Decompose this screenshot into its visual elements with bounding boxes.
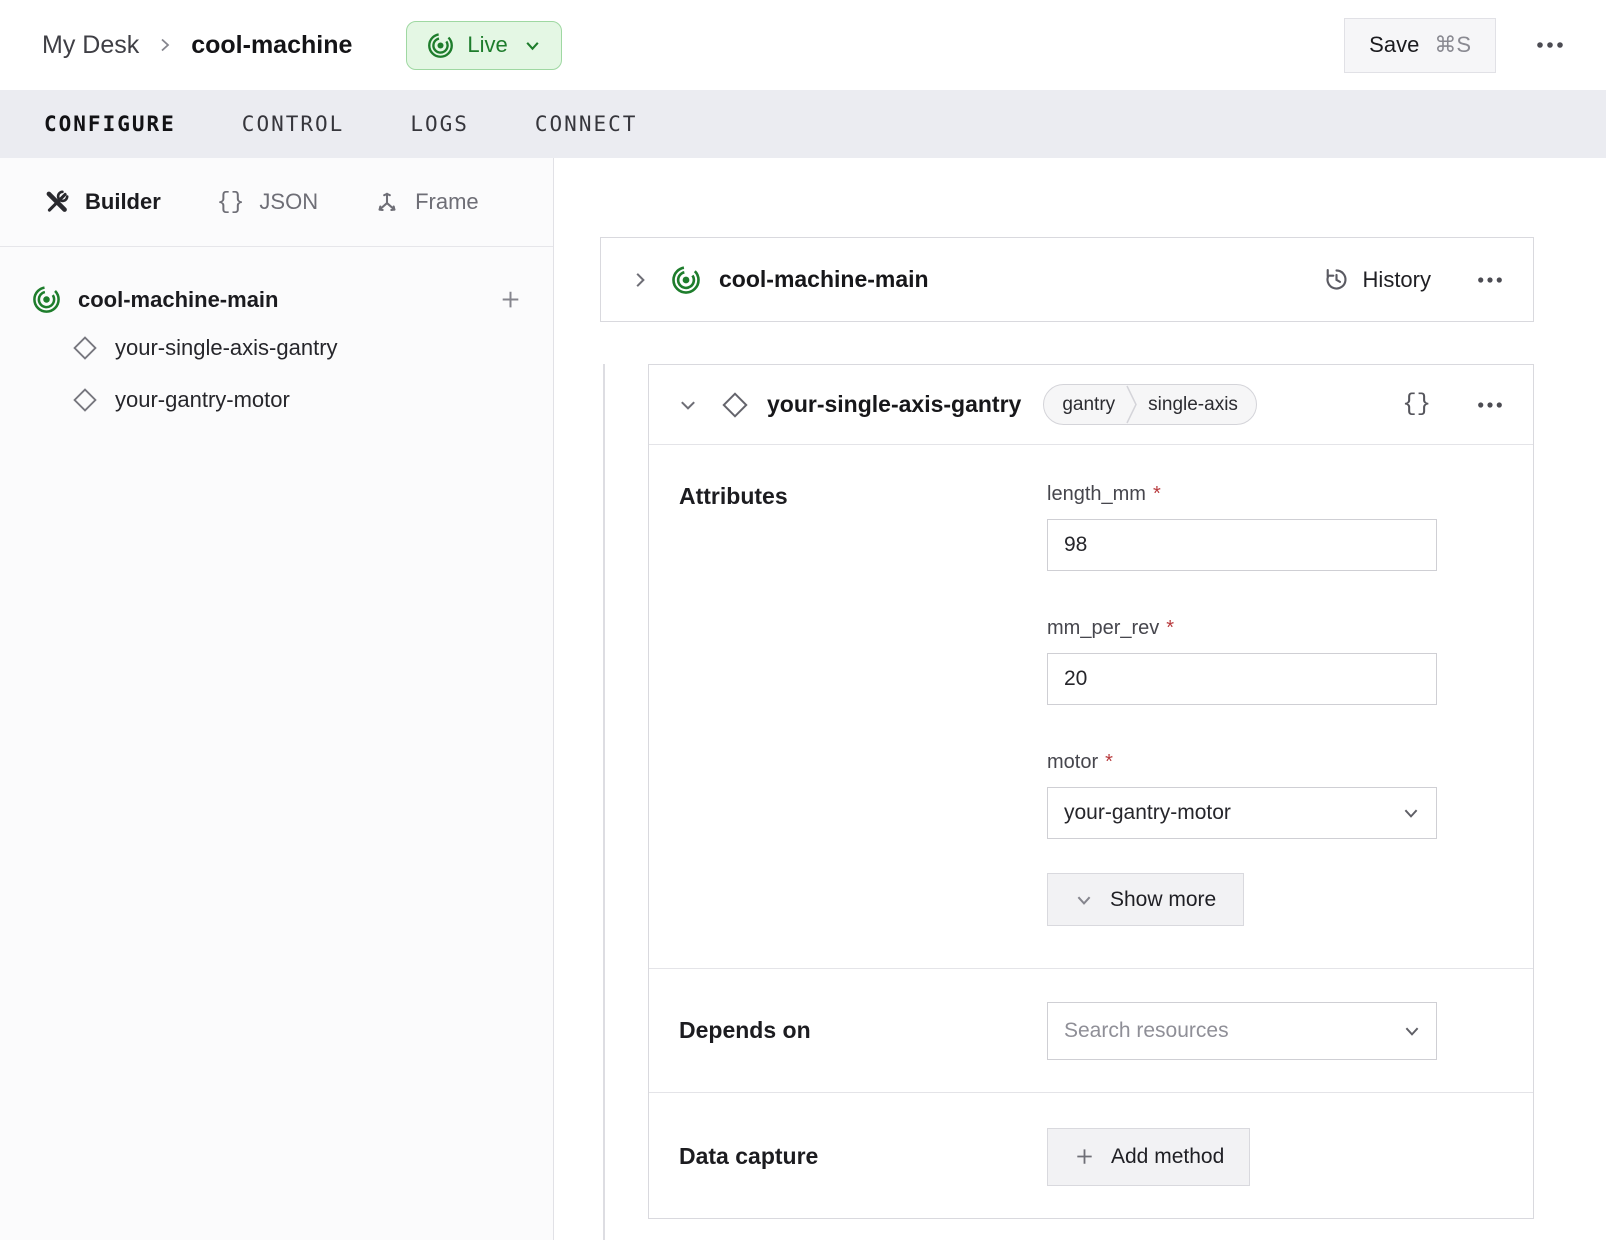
history-button[interactable]: History bbox=[1323, 266, 1431, 293]
field-label: motor bbox=[1047, 751, 1098, 774]
app-header: My Desk cool-machine Live Save ⌘S bbox=[0, 0, 1606, 90]
tools-icon bbox=[44, 189, 70, 215]
depends-on-section: Depends on bbox=[649, 969, 1533, 1093]
machine-signal-icon bbox=[671, 265, 701, 295]
data-capture-section: Data capture Add method bbox=[649, 1093, 1533, 1220]
header-actions: Save ⌘S bbox=[1344, 18, 1564, 73]
history-label: History bbox=[1363, 267, 1431, 293]
resource-type-badge: gantry single-axis bbox=[1043, 384, 1257, 425]
header-more-options-button[interactable] bbox=[1536, 41, 1564, 49]
axes-icon bbox=[374, 189, 400, 215]
content: Builder {} JSON Frame bbox=[0, 158, 1606, 1240]
expand-chevron-right-icon[interactable] bbox=[631, 271, 649, 289]
component-diamond-icon bbox=[721, 391, 749, 419]
attributes-section: Attributes length_mm * mm_per_rev * bbox=[649, 445, 1533, 969]
braces-icon[interactable]: {} bbox=[1402, 391, 1431, 418]
live-status-label: Live bbox=[467, 32, 507, 58]
part-connector-line bbox=[603, 364, 605, 1240]
main-tab-bar: CONFIGURE CONTROL LOGS CONNECT bbox=[0, 90, 1606, 158]
attributes-fields: length_mm * mm_per_rev * bbox=[1047, 483, 1437, 926]
show-more-button[interactable]: Show more bbox=[1047, 873, 1244, 926]
breadcrumb-current: cool-machine bbox=[191, 31, 352, 60]
mm-per-rev-input[interactable] bbox=[1047, 653, 1437, 705]
attributes-heading: Attributes bbox=[679, 483, 1047, 926]
required-asterisk: * bbox=[1166, 617, 1174, 640]
live-status-badge[interactable]: Live bbox=[406, 21, 561, 70]
live-signal-icon bbox=[427, 32, 454, 59]
live-chevron-down-icon bbox=[524, 37, 541, 54]
add-method-label: Add method bbox=[1111, 1145, 1224, 1169]
length-mm-input[interactable] bbox=[1047, 519, 1437, 571]
tab-control[interactable]: CONTROL bbox=[242, 112, 345, 136]
resource-tree: cool-machine-main your-single-axis-gantr… bbox=[0, 247, 553, 426]
machine-signal-icon bbox=[32, 285, 61, 314]
tree-item-gantry[interactable]: your-single-axis-gantry bbox=[30, 322, 525, 374]
view-json[interactable]: {} JSON bbox=[217, 189, 318, 215]
depends-on-heading: Depends on bbox=[679, 1017, 1047, 1044]
history-clock-icon bbox=[1323, 266, 1350, 293]
add-method-button[interactable]: Add method bbox=[1047, 1128, 1250, 1186]
braces-icon: {} bbox=[217, 189, 245, 215]
resource-card-header: your-single-axis-gantry gantry single-ax… bbox=[649, 365, 1533, 445]
badge-type: gantry bbox=[1044, 385, 1125, 424]
data-capture-heading: Data capture bbox=[679, 1143, 1047, 1170]
tree-item-machine-main[interactable]: cool-machine-main bbox=[30, 277, 525, 322]
component-diamond-icon bbox=[72, 335, 98, 361]
config-sidebar: Builder {} JSON Frame bbox=[0, 158, 554, 1240]
save-shortcut: ⌘S bbox=[1434, 32, 1471, 58]
view-json-label: JSON bbox=[259, 189, 318, 215]
resource-header-actions: {} bbox=[1402, 391, 1503, 418]
machine-part-card: cool-machine-main History bbox=[600, 237, 1534, 322]
component-diamond-icon bbox=[72, 387, 98, 413]
view-builder[interactable]: Builder bbox=[44, 189, 161, 215]
add-resource-button[interactable] bbox=[498, 287, 523, 312]
field-label: length_mm bbox=[1047, 483, 1146, 506]
tree-item-motor[interactable]: your-gantry-motor bbox=[30, 374, 525, 426]
required-asterisk: * bbox=[1105, 751, 1113, 774]
badge-model: single-axis bbox=[1138, 385, 1256, 424]
select-chevron-down-icon bbox=[1403, 1022, 1421, 1045]
tree-item-label: your-single-axis-gantry bbox=[115, 335, 338, 361]
select-chevron-down-icon bbox=[1402, 804, 1420, 822]
resource-card-title: your-single-axis-gantry bbox=[767, 391, 1021, 418]
tree-item-label: your-gantry-motor bbox=[115, 387, 290, 413]
tree-item-label: cool-machine-main bbox=[78, 287, 278, 313]
collapse-chevron-down-icon[interactable] bbox=[679, 396, 697, 414]
gantry-resource-card: your-single-axis-gantry gantry single-ax… bbox=[648, 364, 1534, 1219]
field-length-mm: length_mm * bbox=[1047, 483, 1437, 571]
field-label: mm_per_rev bbox=[1047, 617, 1159, 640]
breadcrumb: My Desk cool-machine bbox=[42, 31, 352, 60]
tab-connect[interactable]: CONNECT bbox=[535, 112, 638, 136]
chevron-down-icon bbox=[1075, 891, 1093, 909]
field-mm-per-rev: mm_per_rev * bbox=[1047, 617, 1437, 705]
plus-icon bbox=[1073, 1145, 1096, 1168]
motor-select[interactable]: your-gantry-motor bbox=[1047, 787, 1437, 839]
view-switcher: Builder {} JSON Frame bbox=[0, 158, 553, 247]
tab-configure[interactable]: CONFIGURE bbox=[44, 112, 176, 136]
config-main-panel: cool-machine-main History bbox=[554, 158, 1606, 1240]
view-frame-label: Frame bbox=[415, 189, 479, 215]
save-button-label: Save bbox=[1369, 32, 1419, 58]
breadcrumb-root[interactable]: My Desk bbox=[42, 31, 139, 60]
badge-divider-chevron-icon bbox=[1125, 385, 1138, 424]
tab-logs[interactable]: LOGS bbox=[410, 112, 469, 136]
motor-select-value: your-gantry-motor bbox=[1064, 801, 1231, 825]
search-resources-input[interactable] bbox=[1047, 1002, 1437, 1060]
part-card-title: cool-machine-main bbox=[719, 266, 929, 293]
view-builder-label: Builder bbox=[85, 189, 161, 215]
field-motor: motor * your-gantry-motor bbox=[1047, 751, 1437, 839]
depends-on-select bbox=[1047, 1002, 1437, 1060]
breadcrumb-chevron-icon bbox=[157, 37, 173, 53]
save-button[interactable]: Save ⌘S bbox=[1344, 18, 1496, 73]
resource-more-options-button[interactable] bbox=[1477, 401, 1503, 409]
part-more-options-button[interactable] bbox=[1477, 276, 1503, 284]
view-frame[interactable]: Frame bbox=[374, 189, 479, 215]
required-asterisk: * bbox=[1153, 483, 1161, 506]
show-more-label: Show more bbox=[1110, 888, 1216, 912]
